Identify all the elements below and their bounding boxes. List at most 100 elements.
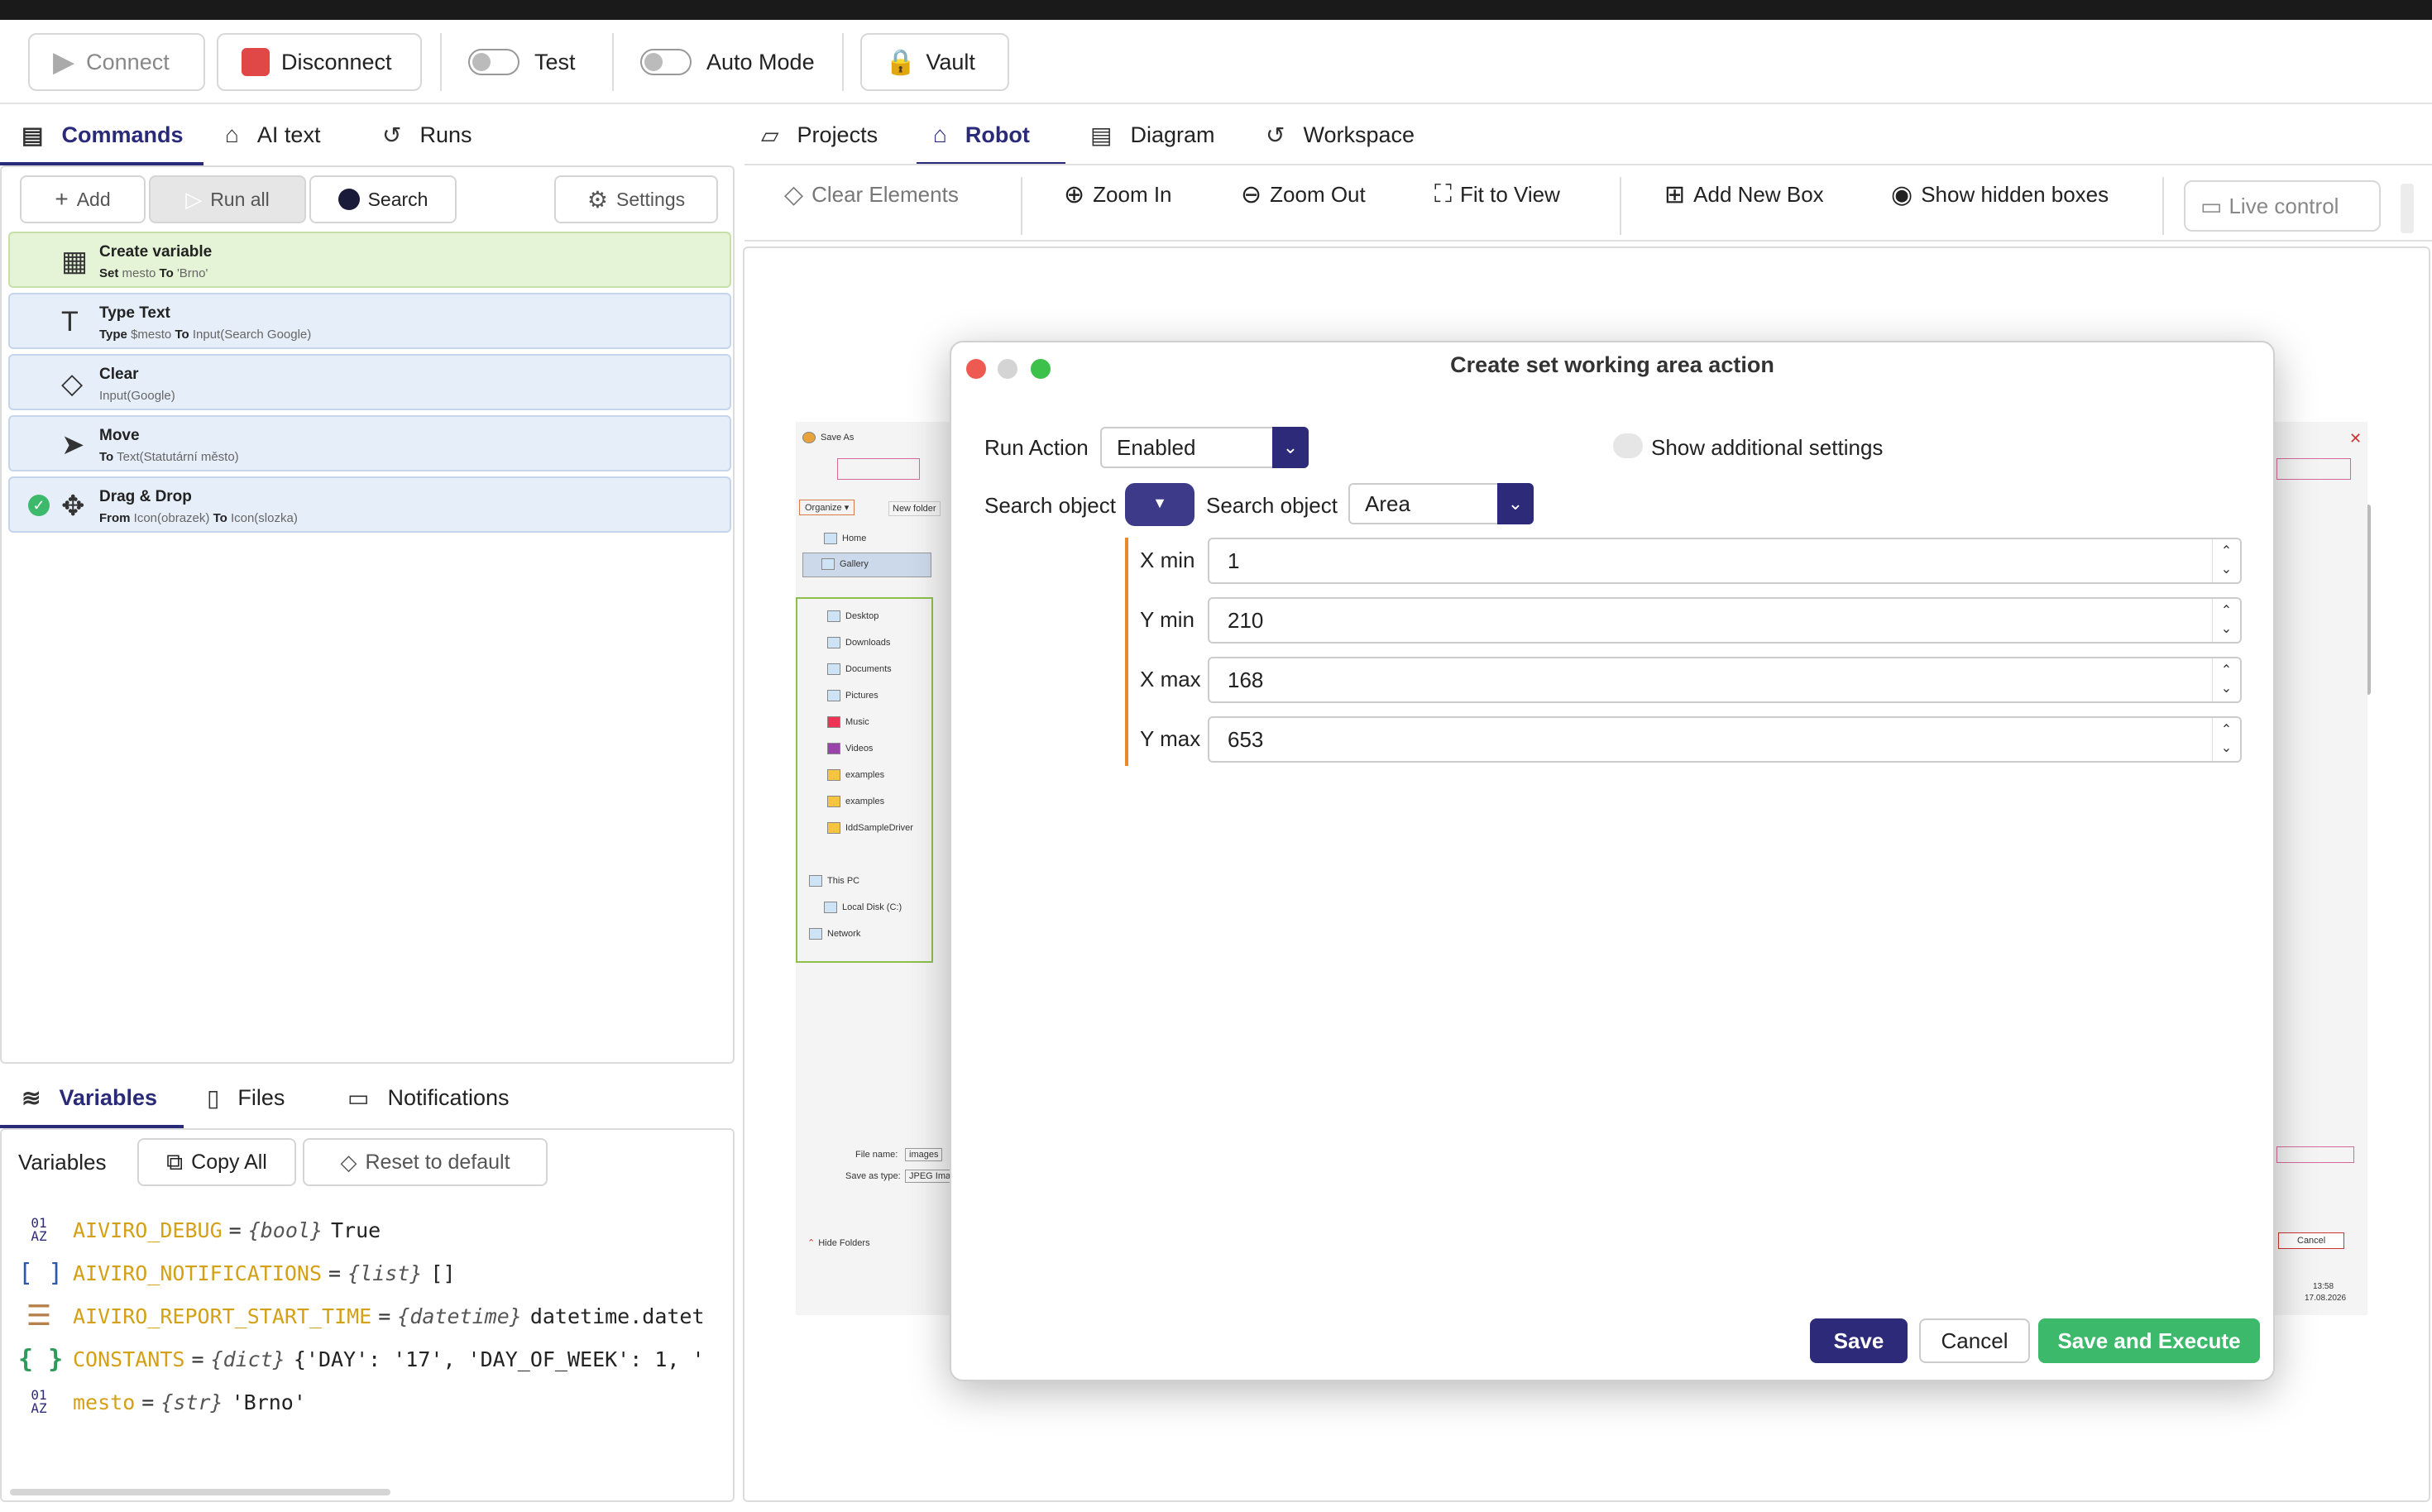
tab-ai-text[interactable]: ⌂ AI text: [225, 106, 320, 164]
x-min-label: X min: [1140, 548, 1195, 572]
fit-icon: ⛶: [1434, 180, 1452, 208]
test-toggle[interactable]: Test: [455, 33, 589, 91]
command-create-variable[interactable]: ▦ Create variable Set mesto To 'Brno': [8, 232, 731, 288]
vault-button[interactable]: 🔒 Vault: [860, 33, 1009, 91]
y-max-field[interactable]: 653 ⌃ ⌄: [1208, 716, 2242, 763]
show-additional-toggle[interactable]: [1613, 433, 1643, 458]
add-new-box-button[interactable]: ⊞ Add New Box: [1664, 165, 1824, 223]
reset-to-default-button[interactable]: ◇ Reset to default: [303, 1138, 548, 1186]
save-button[interactable]: Save: [1810, 1318, 1908, 1363]
run-action-label: Run Action: [984, 435, 1089, 460]
folder-icon: [827, 716, 840, 728]
variables-label: Variables: [18, 1150, 107, 1175]
stepper-icon[interactable]: ⌃ ⌄: [2212, 599, 2240, 642]
variable-row[interactable]: [ ] AIVIRO_NOTIFICATIONS = {list}[]: [18, 1252, 730, 1294]
x-min-field[interactable]: 1 ⌃ ⌄: [1208, 538, 2242, 584]
cancel-button[interactable]: Cancel: [1919, 1318, 2030, 1363]
variables-panel: Variables ⧉ Copy All ◇ Reset to default 01…: [0, 1128, 735, 1502]
variable-row[interactable]: 01 AZ mesto = {str} 'Brno': [18, 1381, 730, 1423]
run-action-select[interactable]: Enabled ⌄: [1100, 427, 1309, 468]
variable-row[interactable]: ▸ ☰ AIVIRO_REPORT_START_TIME={datetime}d…: [18, 1295, 730, 1337]
settings-button[interactable]: ⚙ Settings: [554, 175, 718, 223]
zoom-out-button[interactable]: ⊖ Zoom Out: [1241, 165, 1366, 223]
show-hidden-boxes-button[interactable]: ◉ Show hidden boxes: [1891, 165, 2109, 223]
command-move[interactable]: ➤ Move To Text(Statutární město): [8, 415, 731, 471]
tab-workspace[interactable]: ↺ Workspace: [1266, 106, 1415, 164]
variable-row[interactable]: 01 AZ AIVIRO_DEBUG = {bool} True: [18, 1209, 730, 1251]
set-working-area-dialog: Create set working area action Run Actio…: [950, 341, 2275, 1381]
variable-row[interactable]: ▸ { } CONSTANTS={dict}{'DAY': '17', 'DAY…: [18, 1338, 730, 1380]
tab-projects[interactable]: ▱ Projects: [761, 106, 878, 164]
nav-gallery: Gallery: [802, 553, 931, 577]
auto-mode-toggle[interactable]: Auto Mode: [627, 33, 828, 91]
nav-item: Desktop: [827, 610, 878, 622]
clear-elements-button[interactable]: ◇ Clear Elements: [784, 165, 959, 223]
string-type-icon: 01 AZ: [31, 1387, 47, 1416]
toolbar-overflow[interactable]: [2401, 184, 2414, 233]
browser-icon: [802, 432, 816, 443]
taskbar-date: 17.08.2026: [2305, 1294, 2347, 1303]
dialog-title: Create set working area action: [1450, 352, 1774, 377]
stepper-icon[interactable]: ⌃ ⌄: [2212, 658, 2240, 701]
tab-files[interactable]: ▯ Files: [207, 1069, 285, 1127]
divider: [1620, 177, 1621, 235]
stepper-icon[interactable]: ⌃ ⌄: [2212, 718, 2240, 761]
search-object-dropdown-button[interactable]: ▼: [1125, 483, 1194, 526]
divider: [842, 33, 844, 91]
copy-all-button[interactable]: ⧉ Copy All: [137, 1138, 296, 1186]
equals-sign: =: [228, 1218, 242, 1242]
fit-to-view-button[interactable]: ⛶ Fit to View: [1434, 165, 1560, 223]
stepper-icon[interactable]: ⌃ ⌄: [2212, 539, 2240, 582]
search-object-select[interactable]: Area ⌄: [1348, 483, 1534, 524]
command-drag-drop[interactable]: ✓ ✥ Drag & Drop From Icon(obrazek) To Ic…: [8, 476, 731, 533]
live-control-button[interactable]: ▭ Live control: [2184, 180, 2381, 232]
address-bar: [837, 458, 920, 480]
monitor-off-icon: ▭: [2200, 193, 2223, 219]
tab-runs[interactable]: ↺ Runs: [382, 106, 472, 164]
run-all-button[interactable]: ▷ Run all: [149, 175, 306, 223]
connect-button[interactable]: ▶ Connect: [28, 33, 205, 91]
command-params: From Icon(obrazek) To Icon(slozka): [99, 511, 298, 525]
x-max-field[interactable]: 168 ⌃ ⌄: [1208, 657, 2242, 703]
nav-item: examples: [827, 769, 884, 781]
commands-panel: + Add ▷ Run all Search ⚙ Settings ▦ Create …: [0, 165, 735, 1064]
list-icon: ▤: [22, 122, 44, 148]
zoom-in-button[interactable]: ⊕ Zoom In: [1064, 165, 1172, 223]
folder-icon: [827, 690, 840, 701]
command-clear[interactable]: ◇ Clear Input(Google): [8, 354, 731, 410]
y-min-field[interactable]: 210 ⌃ ⌄: [1208, 597, 2242, 644]
nav-network: Network: [809, 928, 860, 940]
nav-item: examples: [827, 796, 884, 807]
tab-notifications[interactable]: ▭ Notifications: [347, 1069, 510, 1127]
folder-icon: [827, 743, 840, 754]
tab-robot[interactable]: ⌂ Robot: [933, 106, 1030, 164]
command-params: Set mesto To 'Brno': [99, 266, 208, 280]
disconnect-button[interactable]: Disconnect: [217, 33, 422, 91]
folder-icon: [827, 637, 840, 648]
diagram-icon: ▤: [1090, 122, 1113, 148]
nav-item: Pictures: [827, 690, 878, 701]
file-name-box: [2276, 1146, 2354, 1163]
search-button[interactable]: Search: [309, 175, 457, 223]
tab-diagram[interactable]: ▤ Diagram: [1090, 106, 1215, 164]
save-type-label: Save as type:: [845, 1171, 901, 1181]
tab-commands[interactable]: ▤ Commands: [22, 106, 184, 164]
disk-icon: [824, 902, 837, 913]
pc-icon: [809, 875, 822, 887]
taskbar-time: 13:58: [2313, 1282, 2334, 1291]
add-box-icon: ⊞: [1664, 180, 1686, 208]
add-button[interactable]: + Add: [20, 175, 146, 223]
equals-sign: =: [378, 1304, 391, 1328]
file-name-field: images: [905, 1148, 943, 1161]
nav-item: Music: [827, 716, 869, 728]
stop-icon: [242, 48, 270, 76]
horizontal-scrollbar[interactable]: [10, 1489, 390, 1495]
tab-variables[interactable]: ≋ Variables: [22, 1069, 157, 1127]
save-and-execute-button[interactable]: Save and Execute: [2038, 1318, 2260, 1363]
search-object-label: Search object: [984, 493, 1116, 518]
main-toolbar: ▶ Connect Disconnect Test Auto Mode 🔒 Va…: [0, 20, 2432, 104]
database-icon: ≋: [22, 1084, 41, 1111]
command-type-text[interactable]: T Type Text Type $mesto To Input(Search …: [8, 293, 731, 349]
y-max-label: Y max: [1140, 726, 1201, 751]
organize-button: Organize ▾: [799, 500, 855, 515]
